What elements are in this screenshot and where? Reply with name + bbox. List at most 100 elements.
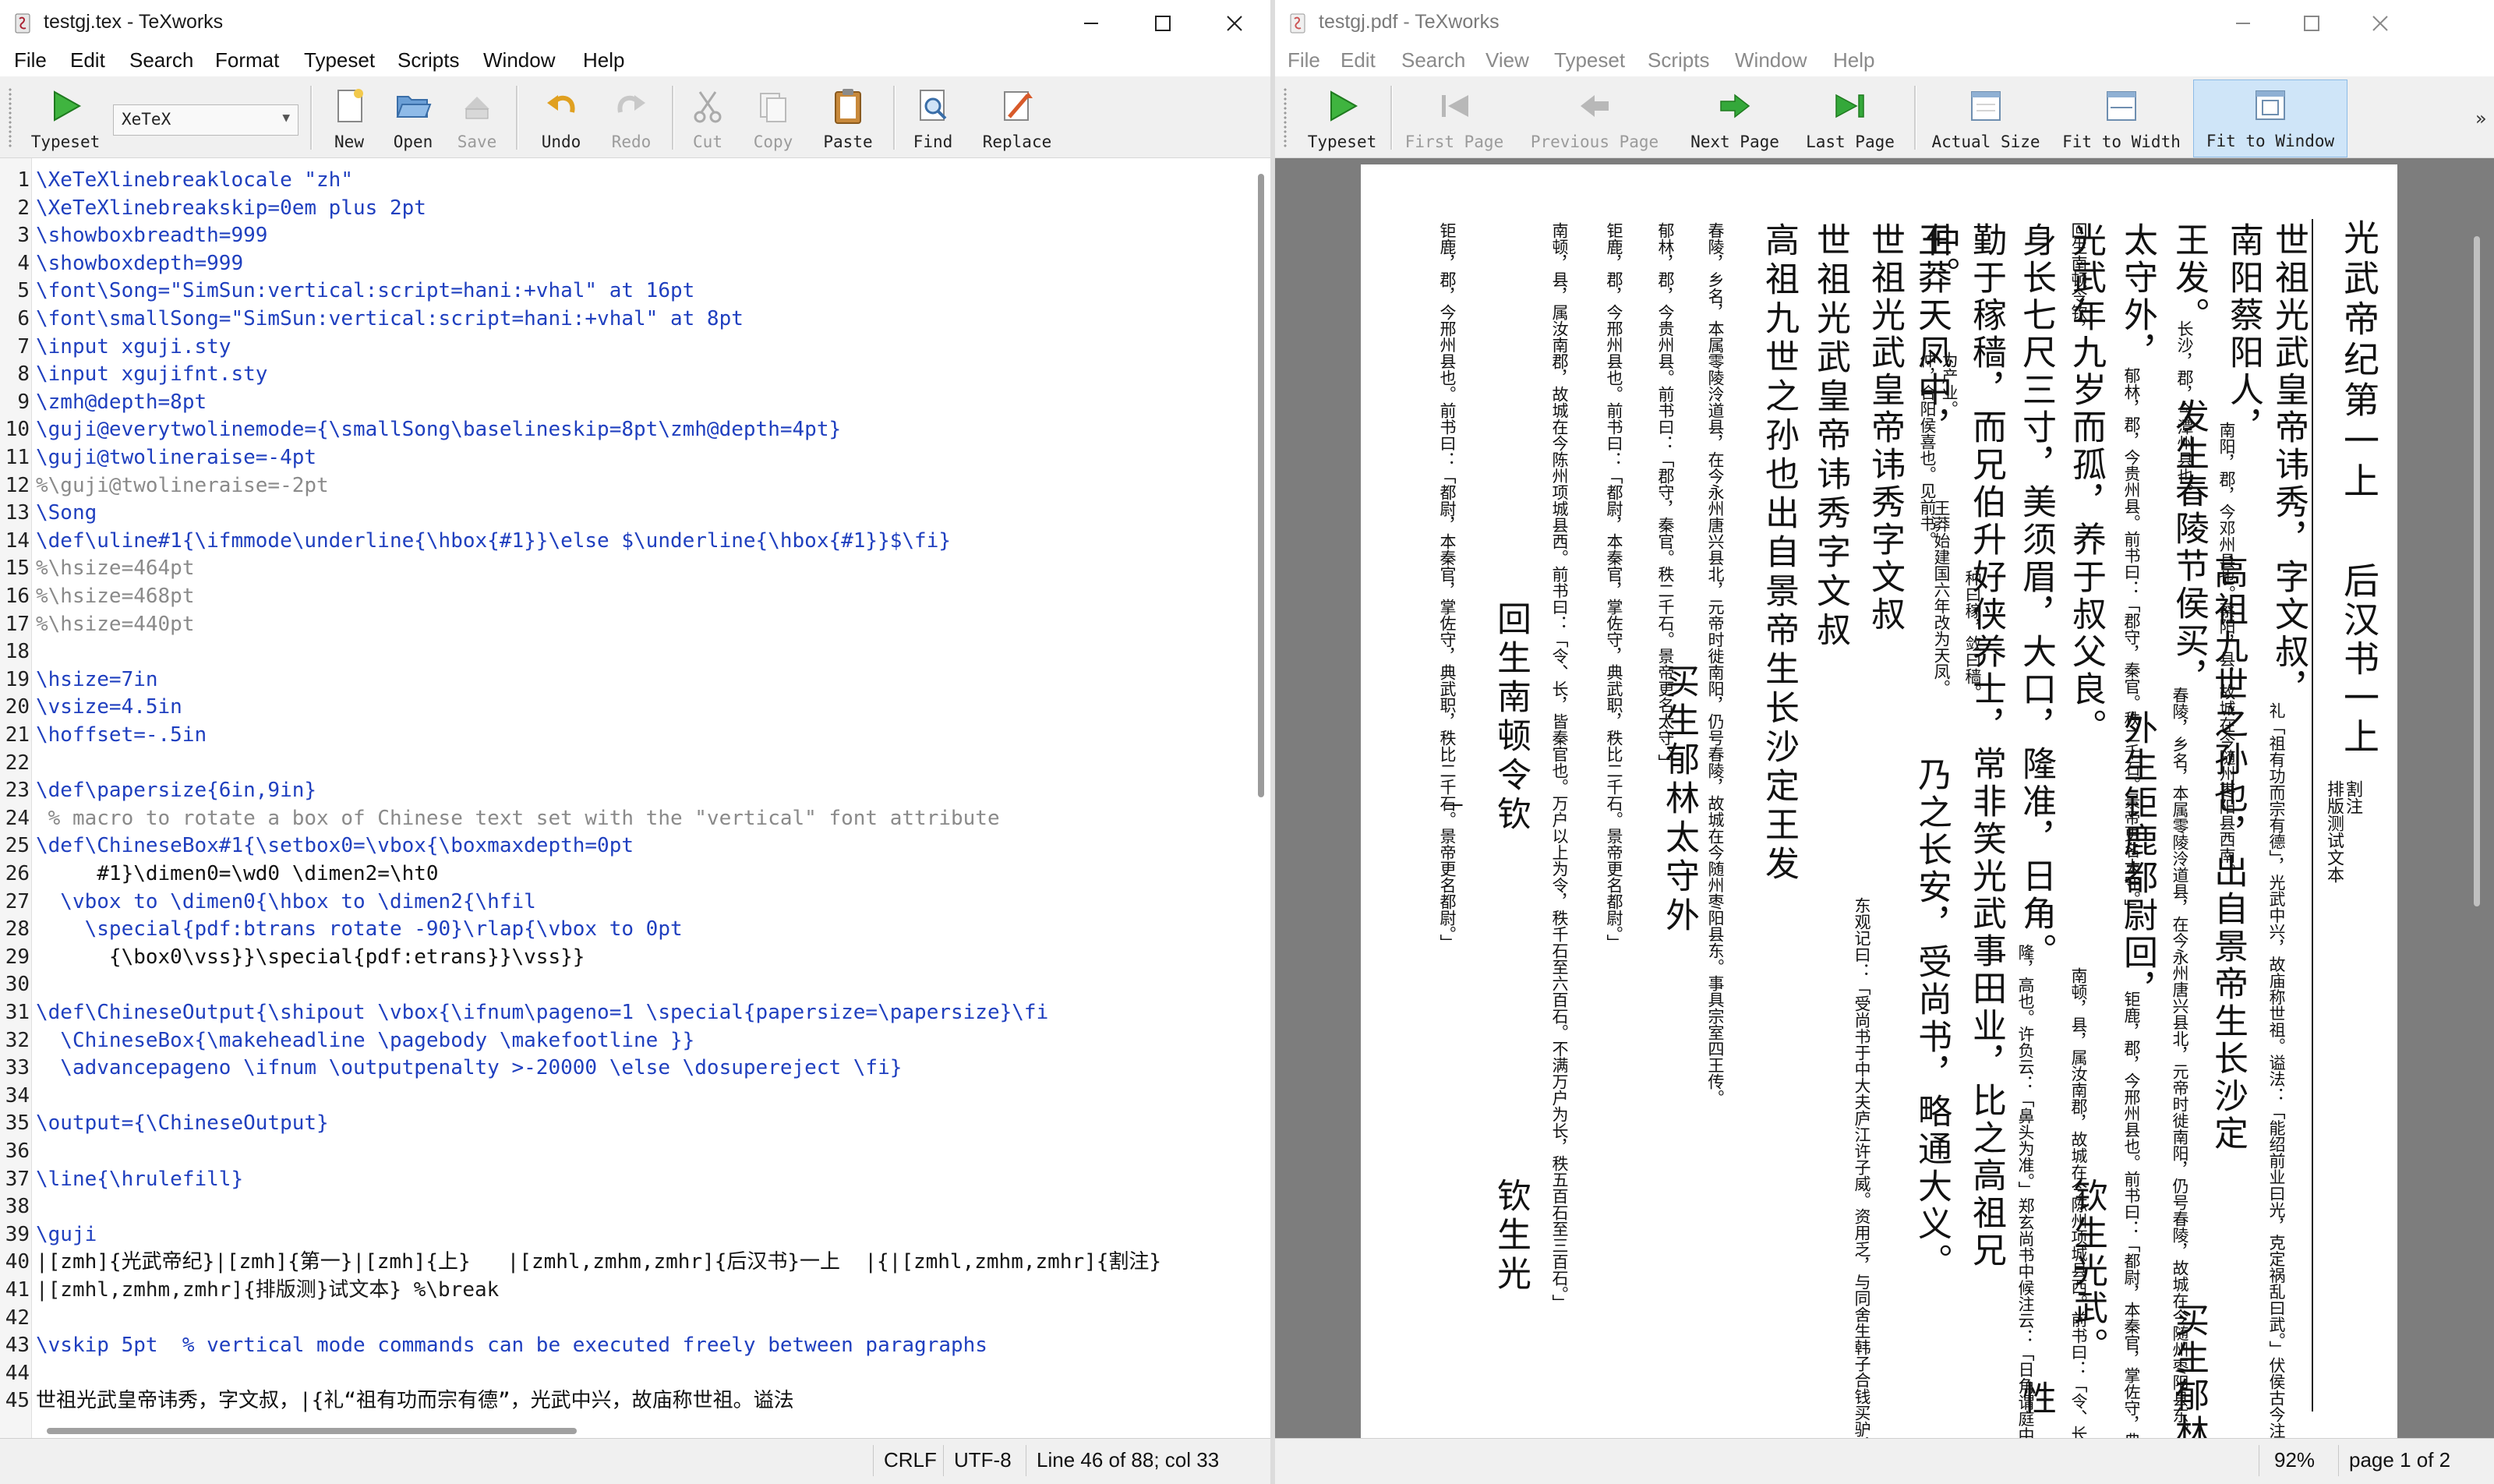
code-line[interactable]: 7 \input xguji.sty xyxy=(0,333,1255,361)
find-button[interactable]: Find xyxy=(898,81,968,154)
last-page-button[interactable]: Last Page xyxy=(1796,81,1905,154)
code-text[interactable]: \advancepageno \ifnum \outputpenalty >-2… xyxy=(36,1054,902,1082)
typeset-button[interactable]: Typeset xyxy=(1295,81,1389,154)
toolbar-grip[interactable] xyxy=(1283,87,1288,148)
menu-window[interactable]: Window xyxy=(1735,48,1807,72)
code-line[interactable]: 39 \guji xyxy=(0,1221,1255,1249)
next-page-button[interactable]: Next Page xyxy=(1680,81,1789,154)
code-line[interactable]: 12 %\guji@twolineraise=-2pt xyxy=(0,472,1255,500)
code-text[interactable]: {\box0\vss}}\special{pdf:etrans}}\vss}} xyxy=(36,943,585,971)
code-text[interactable]: \def\papersize{6in,9in} xyxy=(36,776,316,804)
code-text[interactable]: \guji xyxy=(36,1221,97,1249)
code-line[interactable]: 24 % macro to rotate a box of Chinese te… xyxy=(0,804,1255,832)
code-line[interactable]: 36 xyxy=(0,1137,1255,1165)
menu-format[interactable]: Format xyxy=(215,48,279,72)
code-text[interactable]: \vsize=4.5in xyxy=(36,693,182,721)
menu-scripts[interactable]: Scripts xyxy=(397,48,459,72)
code-line[interactable]: 38 xyxy=(0,1192,1255,1221)
menu-help[interactable]: Help xyxy=(1833,48,1874,72)
code-line[interactable]: 19 \hsize=7in xyxy=(0,666,1255,694)
code-text[interactable]: \XeTeXlinebreakskip=0em plus 2pt xyxy=(36,194,426,222)
code-text[interactable]: \input xguji.sty xyxy=(36,333,231,361)
code-line[interactable]: 41 |[zmhl,zmhm,zmhr]{排版测}试文本} %\break xyxy=(0,1276,1255,1304)
menu-file[interactable]: File xyxy=(14,48,47,72)
code-text[interactable]: \hoffset=-.5in xyxy=(36,721,207,749)
replace-button[interactable]: Replace xyxy=(974,81,1060,154)
menu-search[interactable]: Search xyxy=(1401,48,1465,72)
undo-button[interactable]: Undo xyxy=(527,81,595,154)
code-line[interactable]: 44 xyxy=(0,1359,1255,1387)
code-line[interactable]: 4 \showboxdepth=999 xyxy=(0,249,1255,277)
code-line[interactable]: 15 %\hsize=464pt xyxy=(0,554,1255,582)
close-button[interactable] xyxy=(2344,0,2416,47)
previous-page-button[interactable]: Previous Page xyxy=(1521,81,1668,154)
code-line[interactable]: 22 xyxy=(0,749,1255,777)
code-line[interactable]: 28 \special{pdf:btrans rotate -90}\rlap{… xyxy=(0,915,1255,943)
code-text[interactable]: \def\uline#1{\ifmmode\underline{\hbox{#1… xyxy=(36,527,951,555)
vertical-scrollbar[interactable] xyxy=(2474,236,2480,906)
code-text[interactable]: \input xgujifnt.sty xyxy=(36,360,267,388)
code-line[interactable]: 13 \Song xyxy=(0,499,1255,527)
code-line[interactable]: 14 \def\uline#1{\ifmmode\underline{\hbox{… xyxy=(0,527,1255,555)
actual-size-button[interactable]: Actual Size xyxy=(1920,81,2051,154)
code-text[interactable]: \guji@twolineraise=-4pt xyxy=(36,443,316,472)
code-line[interactable]: 9 \zmh@depth=8pt xyxy=(0,388,1255,416)
code-text[interactable]: \guji@everytwolinemode={\smallSong\basel… xyxy=(36,415,841,443)
copy-button[interactable]: Copy xyxy=(740,81,806,154)
code-line[interactable]: 30 xyxy=(0,970,1255,998)
new-button[interactable]: New xyxy=(318,81,380,154)
code-text[interactable]: \zmh@depth=8pt xyxy=(36,388,207,416)
zoom-level[interactable]: 92% xyxy=(2274,1448,2315,1472)
minimize-button[interactable] xyxy=(1055,0,1127,47)
code-line[interactable]: 17 %\hsize=440pt xyxy=(0,610,1255,638)
toolbar-grip[interactable] xyxy=(8,87,12,148)
code-text[interactable]: %\hsize=440pt xyxy=(36,610,195,638)
code-line[interactable]: 40 |[zmh]{光武帝纪}|[zmh]{第一}|[zmh]{上} |[zmhl… xyxy=(0,1248,1255,1276)
code-line[interactable]: 1 \XeTeXlinebreaklocale "zh" xyxy=(0,166,1255,194)
code-text[interactable]: \XeTeXlinebreaklocale "zh" xyxy=(36,166,353,194)
code-line[interactable]: 5 \font\Song="SimSun:vertical:script=hani… xyxy=(0,277,1255,305)
code-line[interactable]: 29 {\box0\vss}}\special{pdf:etrans}}\vss… xyxy=(0,943,1255,971)
paste-button[interactable]: Paste xyxy=(811,81,885,154)
open-button[interactable]: Open xyxy=(382,81,444,154)
code-line[interactable]: 8 \input xgujifnt.sty xyxy=(0,360,1255,388)
code-line[interactable]: 18 xyxy=(0,638,1255,666)
code-text[interactable]: %\guji@twolineraise=-2pt xyxy=(36,472,329,500)
code-line[interactable]: 11 \guji@twolineraise=-4pt xyxy=(0,443,1255,472)
menu-view[interactable]: View xyxy=(1485,48,1529,72)
code-line[interactable]: 31 \def\ChineseOutput{\shipout \vbox{\ifn… xyxy=(0,998,1255,1026)
code-text[interactable]: #1}\dimen0=\wd0 \dimen2=\ht0 xyxy=(36,860,438,888)
code-text[interactable]: \ChineseBox{\makeheadline \pagebody \mak… xyxy=(36,1026,694,1055)
code-line[interactable]: 37 \line{\hrulefill} xyxy=(0,1165,1255,1193)
code-line[interactable]: 32 \ChineseBox{\makeheadline \pagebody \… xyxy=(0,1026,1255,1055)
code-text[interactable]: \vskip 5pt % vertical mode commands can … xyxy=(36,1331,987,1359)
maximize-button[interactable] xyxy=(1127,0,1199,47)
code-line[interactable]: 34 xyxy=(0,1082,1255,1110)
code-line[interactable]: 3 \showboxbreadth=999 xyxy=(0,221,1255,249)
menu-edit[interactable]: Edit xyxy=(1341,48,1376,72)
code-line[interactable]: 35 \output={\ChineseOutput} xyxy=(0,1109,1255,1137)
code-text[interactable]: %\hsize=468pt xyxy=(36,582,195,610)
code-line[interactable]: 2 \XeTeXlinebreakskip=0em plus 2pt xyxy=(0,194,1255,222)
code-text[interactable]: \font\smallSong="SimSun:vertical:script=… xyxy=(36,305,744,333)
code-text[interactable]: \special{pdf:btrans rotate -90}\rlap{\vb… xyxy=(36,915,683,943)
minimize-button[interactable] xyxy=(2207,0,2279,47)
code-text[interactable]: \line{\hrulefill} xyxy=(36,1165,243,1193)
vertical-scrollbar[interactable] xyxy=(1258,174,1264,797)
code-text[interactable]: |[zmh]{光武帝纪}|[zmh]{第一}|[zmh]{上} |[zmhl,z… xyxy=(36,1248,1161,1276)
fit-to-window-button[interactable]: Fit to Window xyxy=(2193,80,2347,157)
code-text[interactable]: \vbox to \dimen0{\hbox to \dimen2{\hfil xyxy=(36,888,536,916)
horizontal-scrollbar[interactable] xyxy=(47,1428,577,1434)
code-line[interactable]: 20 \vsize=4.5in xyxy=(0,693,1255,721)
encoding-indicator[interactable]: UTF-8 xyxy=(954,1448,1012,1472)
source-editor[interactable]: 1 \XeTeXlinebreaklocale "zh" 2 \XeTeXlinebr… xyxy=(0,158,1270,1439)
code-line[interactable]: 6 \font\smallSong="SimSun:vertical:script… xyxy=(0,305,1255,333)
code-text[interactable]: \def\ChineseOutput{\shipout \vbox{\ifnum… xyxy=(36,998,1048,1026)
code-line[interactable]: 27 \vbox to \dimen0{\hbox to \dimen2{\hf… xyxy=(0,888,1255,916)
code-text[interactable]: |[zmhl,zmhm,zmhr]{排版测}试文本} %\break xyxy=(36,1276,499,1304)
code-line[interactable]: 42 xyxy=(0,1304,1255,1332)
redo-button[interactable]: Redo xyxy=(597,81,666,154)
code-text[interactable]: %\hsize=464pt xyxy=(36,554,195,582)
code-text[interactable]: \Song xyxy=(36,499,97,527)
save-button[interactable]: Save xyxy=(446,81,508,154)
